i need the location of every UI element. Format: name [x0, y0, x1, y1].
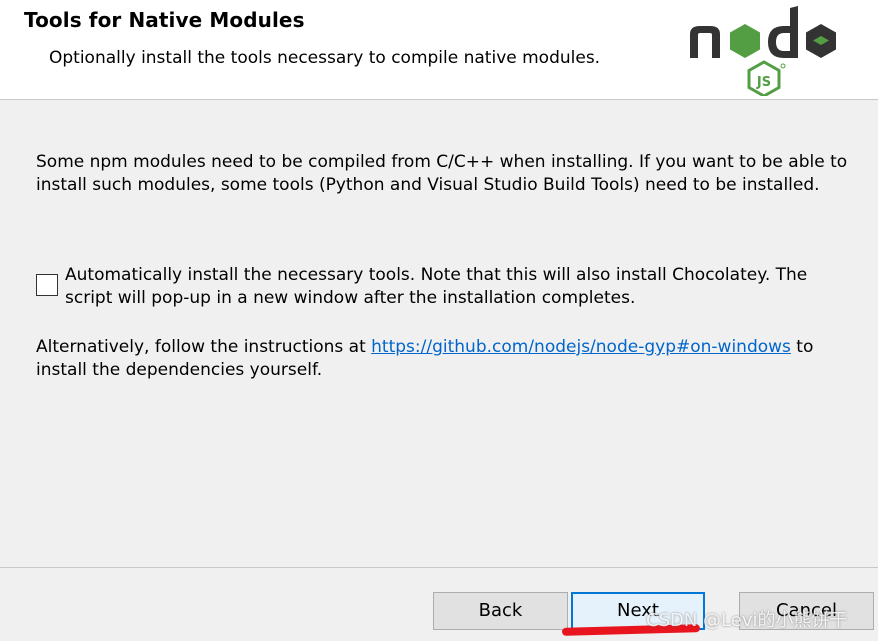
node-js-logo: JS [690, 6, 836, 96]
installer-window: Tools for Native Modules Optionally inst… [0, 0, 878, 641]
auto-install-checkbox[interactable] [36, 274, 58, 296]
auto-install-label[interactable]: Automatically install the necessary tool… [65, 264, 855, 310]
page-title: Tools for Native Modules [24, 8, 305, 32]
footer-divider [0, 567, 878, 568]
alternative-paragraph: Alternatively, follow the instructions a… [36, 336, 856, 382]
header-banner: Tools for Native Modules Optionally inst… [0, 0, 878, 100]
svg-text:JS: JS [756, 75, 771, 90]
description-paragraph: Some npm modules need to be compiled fro… [36, 152, 848, 195]
watermark-text: CSDN @Levi的小熊饼干 [646, 610, 848, 631]
node-gyp-link[interactable]: https://github.com/nodejs/node-gyp#on-wi… [371, 337, 791, 357]
alternative-text-before: Alternatively, follow the instructions a… [36, 337, 372, 357]
page-subtitle: Optionally install the tools necessary t… [49, 48, 601, 68]
auto-install-option[interactable]: Automatically install the necessary tool… [36, 264, 856, 314]
back-button[interactable]: Back [433, 592, 568, 630]
